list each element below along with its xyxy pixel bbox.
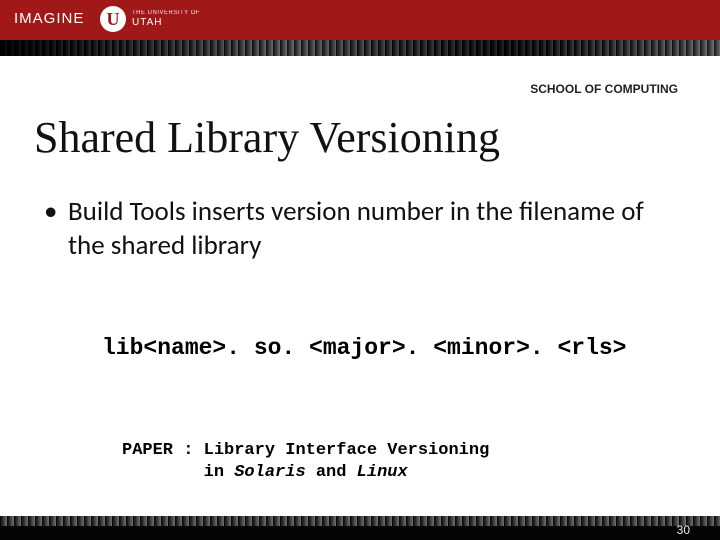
footer-dark-band <box>0 526 720 540</box>
page-number: 30 <box>677 523 690 537</box>
paper-solaris: Solaris <box>234 463 305 482</box>
university-name-line1: THE UNIVERSITY OF <box>132 8 200 18</box>
paper-line2b: and <box>306 463 357 482</box>
footer-gradient-band <box>0 516 720 526</box>
paper-reference: PAPER : Library Interface Versioning in … <box>122 440 489 484</box>
university-name-line2: UTAH <box>132 18 200 28</box>
slide: IMAGINE U THE UNIVERSITY OF UTAH SCHOOL … <box>0 0 720 540</box>
university-name: THE UNIVERSITY OF UTAH <box>132 8 200 28</box>
paper-line1: Library Interface Versioning <box>204 441 490 460</box>
school-label: SCHOOL OF COMPUTING <box>530 82 678 96</box>
slide-footer: 30 <box>0 516 720 540</box>
university-logo-icon: U <box>100 6 126 32</box>
header-gradient-band <box>0 40 720 56</box>
slide-title: Shared Library Versioning <box>34 112 500 163</box>
paper-linux: Linux <box>357 463 408 482</box>
bullet-list: Build Tools inserts version number in th… <box>44 195 660 263</box>
paper-prefix: PAPER : <box>122 441 204 460</box>
paper-indent <box>122 463 204 482</box>
bullet-item: Build Tools inserts version number in th… <box>44 195 660 263</box>
paper-line2a: in <box>204 463 235 482</box>
imagine-text: IMAGINE <box>14 10 84 27</box>
slide-header: IMAGINE U THE UNIVERSITY OF UTAH <box>0 0 720 56</box>
filename-pattern-code: lib<name>. so. <major>. <minor>. <rls> <box>102 335 627 361</box>
